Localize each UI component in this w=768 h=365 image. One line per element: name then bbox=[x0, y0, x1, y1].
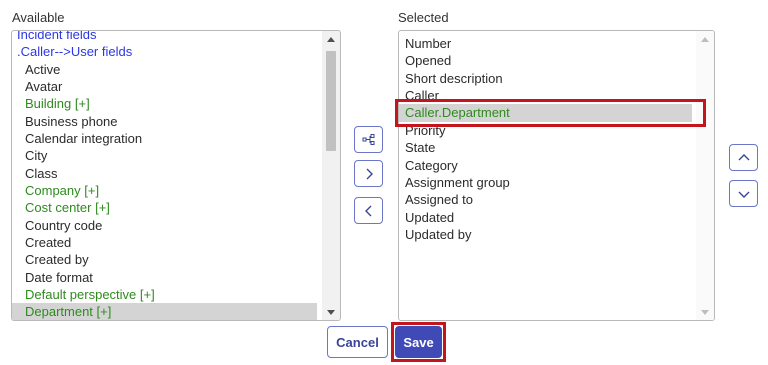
move-down-button[interactable] bbox=[729, 180, 758, 207]
list-item[interactable]: City bbox=[25, 147, 47, 164]
list-item[interactable]: Category bbox=[405, 157, 458, 174]
list-item[interactable]: Opened bbox=[405, 52, 451, 69]
chevron-up-icon bbox=[738, 153, 749, 160]
available-scrollbar[interactable] bbox=[322, 31, 340, 320]
chevron-right-icon bbox=[366, 168, 373, 179]
list-item[interactable]: Assigned to bbox=[405, 191, 473, 208]
list-item[interactable]: Updated by bbox=[405, 226, 472, 243]
list-item[interactable]: Cost center [+] bbox=[25, 199, 110, 216]
list-item[interactable]: Incident fields bbox=[17, 31, 97, 43]
list-item[interactable]: Number bbox=[405, 35, 451, 52]
list-item[interactable]: Default perspective [+] bbox=[25, 286, 155, 303]
selected-scrollbar[interactable] bbox=[696, 31, 714, 320]
list-item[interactable]: Active bbox=[25, 61, 60, 78]
list-item-selected[interactable]: Caller.Department bbox=[405, 104, 510, 121]
chevron-down-icon bbox=[738, 191, 749, 198]
list-item[interactable]: .Caller-->User fields bbox=[17, 43, 132, 60]
chevron-left-icon bbox=[364, 205, 371, 216]
list-item[interactable]: Updated bbox=[405, 209, 454, 226]
scroll-up-arrow-icon[interactable] bbox=[701, 37, 709, 42]
list-item[interactable]: Created bbox=[25, 234, 71, 251]
list-item[interactable]: Date format bbox=[25, 269, 93, 286]
list-item[interactable]: Class bbox=[25, 165, 58, 182]
dot-walk-button[interactable] bbox=[354, 126, 383, 153]
selected-heading: Selected bbox=[398, 10, 449, 25]
remove-button[interactable] bbox=[354, 197, 383, 224]
dot-walk-icon bbox=[362, 133, 374, 145]
move-up-button[interactable] bbox=[729, 144, 758, 171]
available-list[interactable]: Incident fields .Caller-->User fields Ac… bbox=[11, 30, 341, 321]
list-item[interactable]: Created by bbox=[25, 251, 89, 268]
list-item[interactable]: Priority bbox=[405, 122, 445, 139]
scroll-down-arrow-icon[interactable] bbox=[701, 310, 709, 315]
list-item[interactable]: Building [+] bbox=[25, 95, 90, 112]
list-item-selected[interactable]: Department [+] bbox=[25, 303, 111, 320]
list-item[interactable]: Short description bbox=[405, 70, 503, 87]
save-button[interactable]: Save bbox=[395, 326, 442, 358]
list-item[interactable]: Caller bbox=[405, 87, 439, 104]
list-item[interactable]: State bbox=[405, 139, 435, 156]
scroll-up-arrow-icon[interactable] bbox=[327, 37, 335, 42]
list-item[interactable]: Business phone bbox=[25, 113, 118, 130]
selected-list[interactable]: Number Opened Short description Caller C… bbox=[398, 30, 715, 321]
list-item[interactable]: Calendar integration bbox=[25, 130, 142, 147]
list-item[interactable]: Company [+] bbox=[25, 182, 99, 199]
scroll-down-arrow-icon[interactable] bbox=[327, 310, 335, 315]
list-item[interactable]: Avatar bbox=[25, 78, 62, 95]
scrollbar-thumb[interactable] bbox=[326, 51, 336, 151]
available-heading: Available bbox=[12, 10, 65, 25]
list-item[interactable]: Country code bbox=[25, 217, 102, 234]
list-item[interactable]: Assignment group bbox=[405, 174, 510, 191]
cancel-button[interactable]: Cancel bbox=[327, 326, 388, 358]
add-button[interactable] bbox=[354, 160, 383, 187]
